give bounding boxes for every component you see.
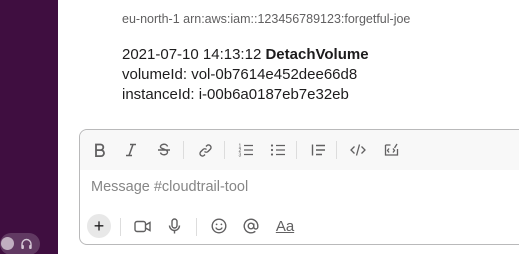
headphones-icon[interactable] [20, 237, 33, 250]
event-name: DetachVolume [265, 46, 369, 63]
toolbar-divider [183, 141, 184, 159]
toolbar-divider [120, 218, 121, 236]
emoji-icon[interactable] [206, 213, 232, 239]
code-icon[interactable] [345, 137, 371, 163]
microphone-icon[interactable] [161, 213, 187, 239]
formatting-toolbar: 123 [80, 130, 519, 170]
event-header: 2021-07-10 14:13:12 DetachVolume [122, 45, 369, 65]
volume-id-line: volumeId: vol-0b7614e452dee66d8 [122, 66, 358, 83]
plus-icon[interactable]: + [87, 214, 111, 238]
toolbar-divider [224, 141, 225, 159]
toggle-knob [1, 237, 14, 250]
event-source-arn: eu-north-1 arn:aws:iam::123456789123:for… [122, 12, 411, 26]
toolbar-divider [336, 141, 337, 159]
message-composer: 123 Message #cloudtrail-tool + Aa [79, 129, 519, 245]
svg-text:3: 3 [239, 153, 242, 158]
bold-icon[interactable] [87, 137, 113, 163]
strikethrough-icon[interactable] [151, 137, 177, 163]
link-icon[interactable] [192, 137, 218, 163]
toolbar-divider [296, 141, 297, 159]
message-input[interactable]: Message #cloudtrail-tool [91, 179, 248, 195]
video-icon[interactable] [129, 213, 155, 239]
mention-icon[interactable] [238, 213, 264, 239]
text-format-icon[interactable]: Aa [271, 213, 299, 239]
workspace-sidebar [0, 0, 58, 255]
code-block-icon[interactable] [379, 137, 405, 163]
italic-icon[interactable] [118, 137, 144, 163]
instance-id-line: instanceId: i-00b6a0187eb7e32eb [122, 86, 349, 103]
bulleted-list-icon[interactable] [265, 137, 291, 163]
blockquote-icon[interactable] [305, 137, 331, 163]
toolbar-divider [196, 218, 197, 236]
ordered-list-icon[interactable]: 123 [233, 137, 259, 163]
event-timestamp: 2021-07-10 14:13:12 [122, 46, 262, 63]
event-details: 2021-07-10 14:13:12 DetachVolume volumeI… [122, 45, 369, 105]
